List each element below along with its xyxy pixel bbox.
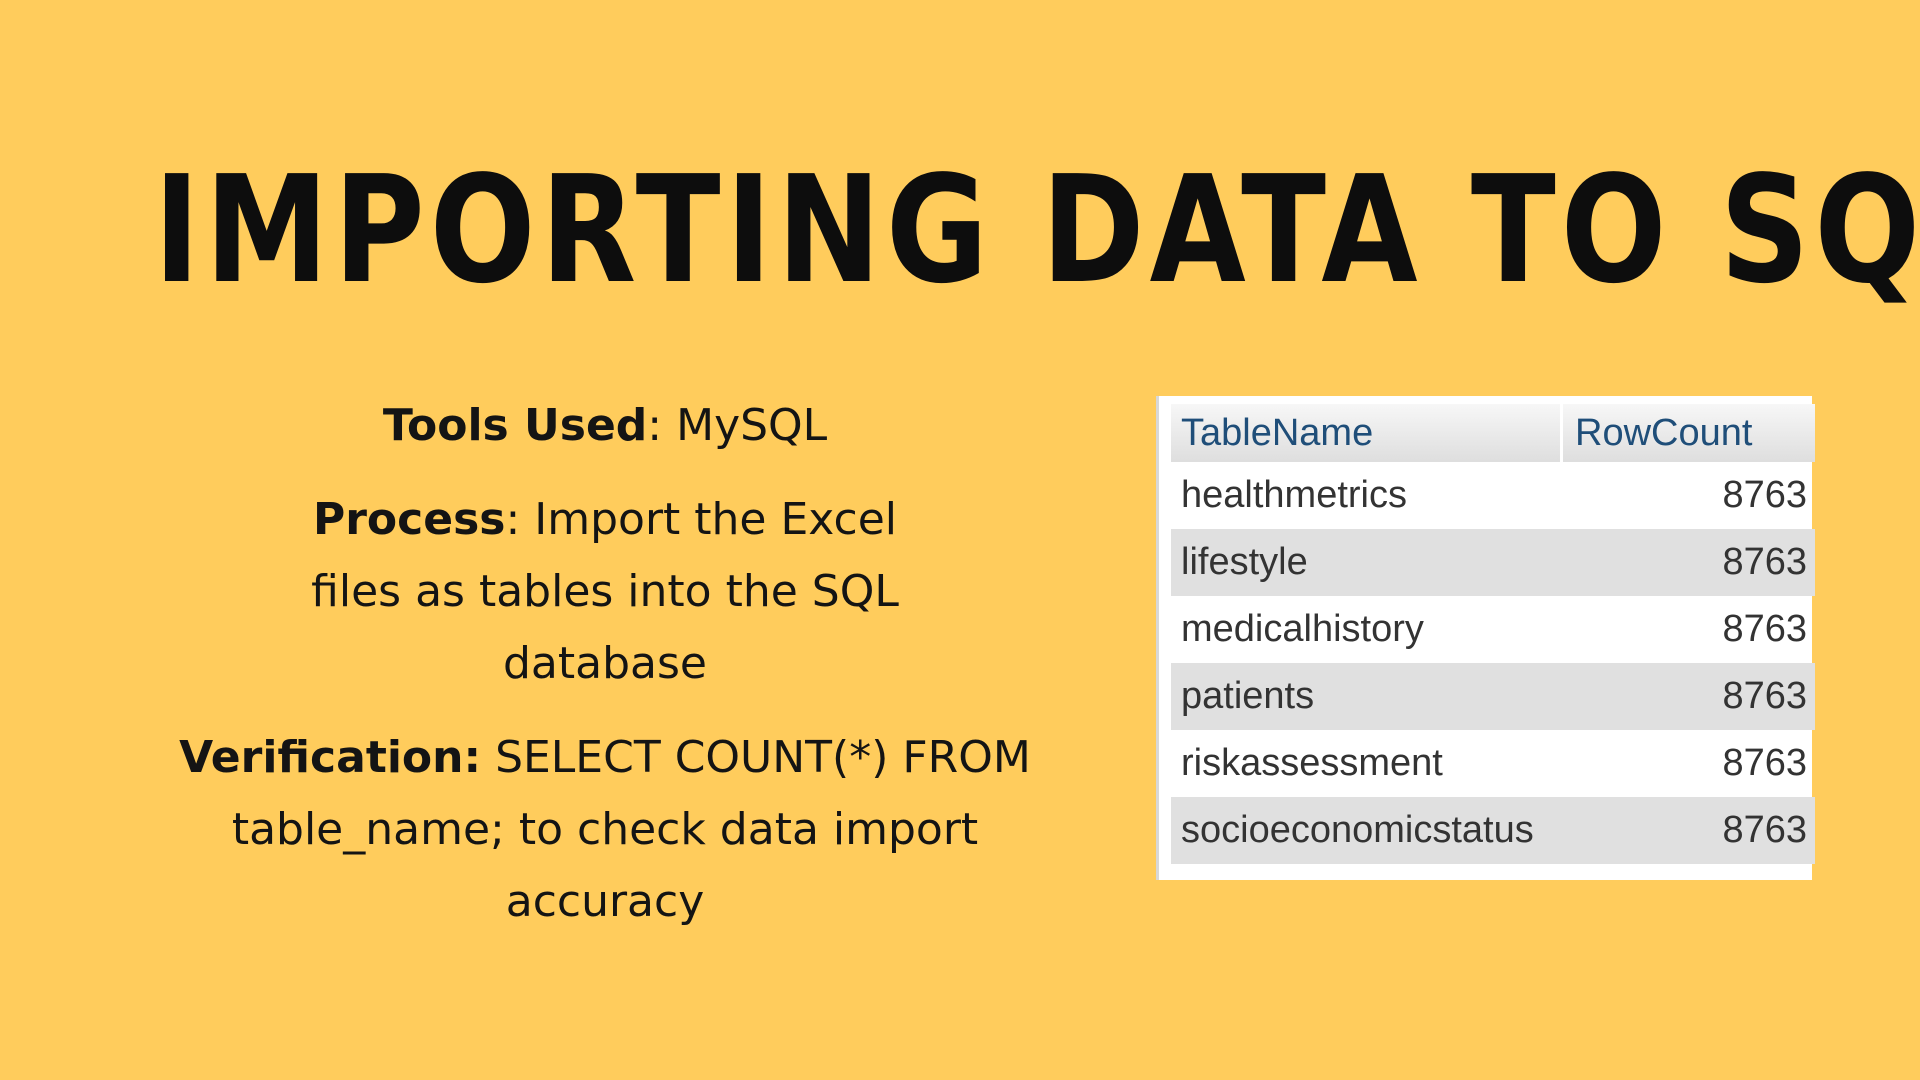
process-label: Process — [312, 494, 506, 545]
table-name-cell: healthmetrics — [1181, 474, 1407, 516]
description-panel: Tools Used: MySQL Process: Import the Ex… — [140, 390, 1070, 960]
row-count-cell: 8763 — [1722, 608, 1807, 650]
table-row[interactable]: riskassessment 8763 — [1171, 730, 1815, 797]
row-count-cell: 8763 — [1722, 474, 1807, 516]
table-row[interactable]: medicalhistory 8763 — [1171, 596, 1815, 663]
row-count-cell: 8763 — [1722, 675, 1807, 717]
verification-text: Verification: SELECT COUNT(*) FROM table… — [155, 722, 1055, 938]
tools-used-text: Tools Used: MySQL — [140, 390, 1070, 462]
table-name-cell: patients — [1181, 675, 1315, 717]
table-name-cell: lifestyle — [1181, 541, 1308, 583]
row-count-cell: 8763 — [1722, 541, 1807, 583]
process-text: Process: Import the Excel files as table… — [285, 484, 925, 700]
row-count-cell: 8763 — [1722, 809, 1807, 851]
table-name-cell: riskassessment — [1181, 742, 1443, 784]
column-header-tablename[interactable]: TableName — [1171, 404, 1563, 462]
verification-label: Verification: — [179, 732, 482, 783]
table-name-cell: medicalhistory — [1181, 608, 1424, 650]
table-header: TableName RowCount — [1171, 404, 1815, 462]
row-count-table: TableName RowCount healthmetrics 8763 li… — [1156, 396, 1815, 880]
table-name-cell: socioeconomicstatus — [1181, 809, 1534, 851]
table-body: healthmetrics 8763 lifestyle 8763 medica… — [1171, 462, 1815, 864]
row-count-cell: 8763 — [1722, 742, 1807, 784]
tools-used-label: Tools Used — [382, 400, 648, 451]
table-row[interactable]: lifestyle 8763 — [1171, 529, 1815, 596]
table-row[interactable]: patients 8763 — [1171, 663, 1815, 730]
tools-used-value: : MySQL — [647, 400, 828, 451]
page-title: IMPORTING DATA TO SQL — [153, 144, 1920, 316]
table-row[interactable]: healthmetrics 8763 — [1171, 462, 1815, 529]
table-row[interactable]: socioeconomicstatus 8763 — [1171, 797, 1815, 864]
column-header-rowcount[interactable]: RowCount — [1563, 404, 1815, 462]
